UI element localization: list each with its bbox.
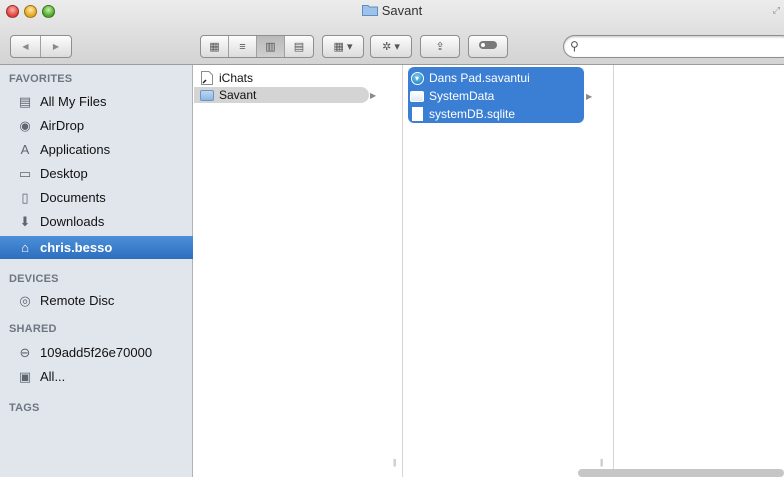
document-icon xyxy=(410,107,424,121)
sidebar-item-label: All My Files xyxy=(40,94,107,109)
sidebar-item-label: Applications xyxy=(40,142,111,157)
sidebar-item-label: AirDrop xyxy=(40,118,85,133)
sidebar-item-label: chris.besso xyxy=(40,240,113,255)
file-label: Dans Pad.savantui xyxy=(429,71,530,85)
remote-disc-icon: ◎ xyxy=(19,292,31,308)
forward-icon: ▶ xyxy=(52,42,60,51)
list-view-button[interactable]: ≡ xyxy=(229,36,257,57)
view-mode-control: ▦ ≡ ▥ ▤ xyxy=(200,35,314,58)
share-button[interactable]: ⇪ xyxy=(420,35,460,58)
list-view-icon: ≡ xyxy=(239,40,246,53)
fullscreen-icon[interactable]: ⤢ xyxy=(773,5,780,16)
share-icon: ⇪ xyxy=(435,41,445,53)
savant-app-icon: ▾ xyxy=(410,71,424,85)
search-field[interactable]: ⚲ xyxy=(563,35,784,58)
title-bar: Savant ⤢ ◀ ▶ ▦ ≡ ▥ ▤ ▦ ▾ ✲ ▾ ⇪ ⚲ xyxy=(0,0,784,65)
column-view-icon: ▥ xyxy=(265,41,276,53)
back-forward-control: ◀ ▶ xyxy=(10,35,72,58)
folder-label: SystemData xyxy=(429,89,495,103)
arrange-icon: ▦ ▾ xyxy=(333,41,353,53)
tag-icon xyxy=(478,40,498,53)
column-view-button[interactable]: ▥ xyxy=(257,36,285,57)
sidebar-item-chris-besso[interactable]: ⌂ chris.besso xyxy=(0,236,193,259)
sidebar-item-all-my-files[interactable]: ▤ All My Files xyxy=(0,90,193,113)
alias-file-icon xyxy=(200,71,214,85)
list-item-ichats[interactable]: iChats xyxy=(194,70,253,86)
sidebar-item-airdrop[interactable]: ◉ AirDrop xyxy=(0,114,193,137)
icon-view-button[interactable]: ▦ xyxy=(201,36,229,57)
sidebar-item-label: 109add5f26e70000 xyxy=(40,345,153,360)
sidebar: FAVORITES ▤ All My Files ◉ AirDrop A App… xyxy=(0,65,193,477)
forward-button[interactable]: ▶ xyxy=(41,36,71,57)
folder-icon xyxy=(200,88,214,102)
cover-flow-icon: ▤ xyxy=(293,41,305,53)
sidebar-item-label: Desktop xyxy=(40,166,88,181)
all-my-files-icon: ▤ xyxy=(18,93,32,109)
applications-icon: A xyxy=(20,142,30,157)
list-item-systemdb[interactable]: systemDB.sqlite xyxy=(404,106,515,122)
sidebar-item-label: Documents xyxy=(40,190,106,205)
browser-column-2: ▾ Dans Pad.savantui SystemData ▶ systemD… xyxy=(404,65,614,477)
list-item-dans-pad[interactable]: ▾ Dans Pad.savantui xyxy=(404,70,530,86)
window-title-text: Savant xyxy=(381,3,423,18)
sidebar-item-all-network[interactable]: ▣ All... xyxy=(0,365,193,388)
sidebar-header-tags: TAGS xyxy=(9,402,40,414)
folder-icon xyxy=(361,4,378,16)
sidebar-item-documents[interactable]: ▯ Documents xyxy=(0,186,193,209)
browser-column-1: iChats Savant ▶ || xyxy=(194,65,403,477)
sidebar-item-applications[interactable]: A Applications xyxy=(0,138,193,161)
column-resize-handle[interactable]: || xyxy=(600,458,603,467)
sidebar-header-favorites: FAVORITES xyxy=(9,73,73,85)
back-button[interactable]: ◀ xyxy=(11,36,42,57)
sidebar-header-shared: SHARED xyxy=(9,323,57,335)
list-item-systemdata[interactable]: SystemData xyxy=(404,88,494,104)
sidebar-item-remote-disc[interactable]: ◎ Remote Disc xyxy=(0,289,193,312)
edit-tags-button[interactable] xyxy=(468,35,508,58)
cover-flow-button[interactable]: ▤ xyxy=(285,36,313,57)
downloads-icon: ⬇ xyxy=(19,213,31,229)
finder-window: Savant ⤢ ◀ ▶ ▦ ≡ ▥ ▤ ▦ ▾ ✲ ▾ ⇪ ⚲ FAVORIT… xyxy=(0,0,784,477)
browser-column-3 xyxy=(615,65,784,477)
search-input[interactable] xyxy=(588,38,768,55)
action-button[interactable]: ✲ ▾ xyxy=(370,35,412,58)
sidebar-item-label: Remote Disc xyxy=(40,293,115,308)
list-item-savant[interactable]: Savant xyxy=(194,87,369,103)
file-label: iChats xyxy=(219,71,254,85)
desktop-icon: ▭ xyxy=(18,165,32,181)
sidebar-item-label: All... xyxy=(40,369,66,384)
sidebar-item-downloads[interactable]: ⬇ Downloads xyxy=(0,210,193,233)
arrange-button[interactable]: ▦ ▾ xyxy=(322,35,364,58)
home-icon: ⌂ xyxy=(21,240,29,255)
folder-icon xyxy=(410,89,424,103)
file-label: systemDB.sqlite xyxy=(429,107,516,121)
sidebar-item-desktop[interactable]: ▭ Desktop xyxy=(0,162,193,185)
sidebar-item-network-server[interactable]: ⊖ 109add5f26e70000 xyxy=(0,341,193,364)
documents-icon: ▯ xyxy=(21,189,29,205)
icon-view-icon: ▦ xyxy=(209,41,220,53)
disclosure-arrow: ▶ xyxy=(586,91,593,101)
sidebar-header-devices: DEVICES xyxy=(9,273,59,285)
column-resize-handle[interactable]: || xyxy=(393,458,396,467)
network-computers-icon: ▣ xyxy=(18,368,32,384)
folder-label: Savant xyxy=(219,88,257,102)
sidebar-item-label: Downloads xyxy=(40,214,105,229)
back-icon: ◀ xyxy=(22,42,29,51)
search-icon: ⚲ xyxy=(570,39,579,53)
airdrop-icon: ◉ xyxy=(19,117,31,133)
window-title: Savant xyxy=(0,3,784,18)
network-drive-icon: ⊖ xyxy=(19,344,31,360)
gear-icon: ✲ ▾ xyxy=(382,41,400,53)
disclosure-arrow: ▶ xyxy=(370,90,377,100)
horizontal-scrollbar[interactable] xyxy=(578,469,784,477)
